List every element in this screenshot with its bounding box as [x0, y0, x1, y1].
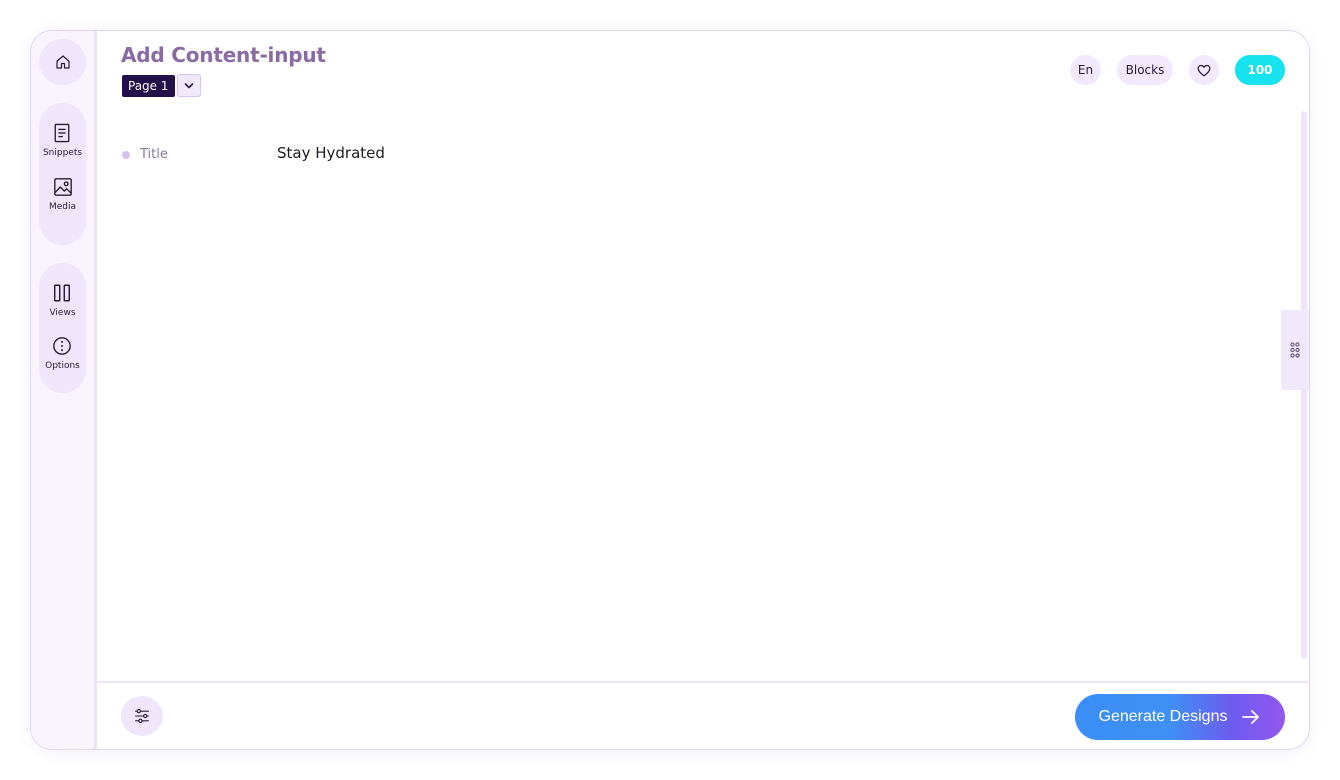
language-button[interactable]: En — [1070, 55, 1101, 85]
chevron-down-icon — [184, 82, 194, 88]
sidebar-item-label: Options — [45, 361, 80, 371]
favorite-button[interactable] — [1189, 55, 1219, 85]
columns-icon — [54, 284, 71, 302]
sidebar-home-group — [39, 39, 86, 85]
sidebar-item-snippets[interactable]: Snippets — [43, 123, 82, 159]
field-status-dot — [122, 150, 130, 159]
field-label: Title — [140, 147, 168, 162]
panel-drag-handle[interactable] — [1281, 310, 1309, 390]
sidebar: Snippets Media Views Options — [31, 31, 94, 749]
page-selector-value[interactable]: Page 1 — [122, 75, 175, 97]
sidebar-item-media[interactable]: Media — [49, 177, 76, 213]
generate-designs-button[interactable]: Generate Designs — [1075, 694, 1285, 740]
sliders-icon — [135, 709, 149, 723]
footer-divider — [97, 681, 1309, 683]
sidebar-item-label: Snippets — [42, 148, 83, 158]
filter-settings-button[interactable] — [121, 696, 163, 736]
page-title: Add Content-input — [121, 43, 326, 67]
sidebar-views-group: Views Options — [39, 263, 86, 393]
options-icon — [53, 337, 72, 355]
blocks-button[interactable]: Blocks — [1117, 55, 1173, 85]
image-icon — [53, 178, 72, 196]
generate-designs-label: Generate Designs — [1098, 708, 1228, 725]
credits-badge[interactable]: 100 — [1235, 55, 1285, 85]
document-icon — [55, 123, 70, 143]
sidebar-item-options[interactable]: Options — [45, 336, 80, 372]
grip-dots-icon — [1290, 342, 1300, 358]
field-row-title: Title Stay Hydrated — [122, 144, 385, 162]
page-dropdown-button[interactable] — [177, 74, 201, 97]
sidebar-content-group: Snippets Media — [39, 103, 86, 245]
sidebar-item-home[interactable] — [54, 53, 72, 71]
arrow-right-icon — [1242, 710, 1260, 724]
field-value[interactable]: Stay Hydrated — [277, 144, 385, 162]
heart-icon — [1197, 64, 1211, 76]
app-window: Snippets Media Views Options Add Content… — [30, 30, 1310, 750]
top-actions: En Blocks 100 — [1054, 55, 1285, 85]
sidebar-item-views[interactable]: Views — [49, 283, 76, 319]
sidebar-item-label: Media — [48, 202, 77, 212]
sidebar-item-label: Views — [49, 308, 76, 318]
home-icon — [55, 55, 70, 69]
sidebar-divider — [94, 31, 97, 749]
